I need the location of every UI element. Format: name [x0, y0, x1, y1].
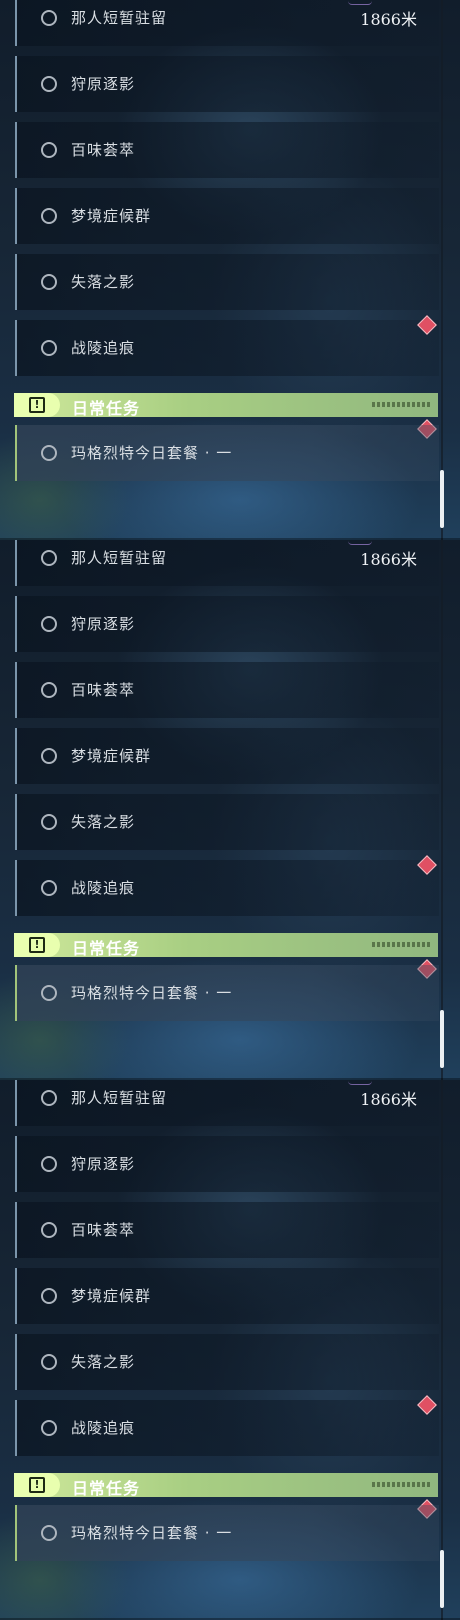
scrollbar-track[interactable]: [441, 0, 443, 540]
section-icon-box: !: [14, 1473, 60, 1497]
circle-outline-icon: [41, 1354, 57, 1370]
quest-label: 梦境症候群: [71, 1287, 152, 1305]
section-decoration: [372, 1482, 430, 1487]
scrollbar-track[interactable]: [441, 1080, 443, 1620]
quest-label: 那人短暂驻留: [71, 9, 168, 27]
distance-label: 1866米: [360, 10, 417, 29]
section-title: 日常任务: [72, 1479, 141, 1498]
quest-label: 梦境症候群: [71, 207, 152, 225]
daily-quest-row[interactable]: 玛格烈特今日套餐 · 一: [15, 1505, 439, 1561]
quest-row[interactable]: 失落之影: [15, 1334, 439, 1390]
section-title: 日常任务: [72, 939, 141, 958]
quest-label: 玛格烈特今日套餐 · 一: [71, 984, 233, 1002]
quest-panel: 那人短暂驻留 1866米 狩原逐影 百味荟萃 梦境症候群 失落之影 战陵追痕 !: [0, 0, 460, 540]
quest-row[interactable]: 百味荟萃: [15, 1202, 439, 1258]
quest-row[interactable]: 那人短暂驻留 1866米: [15, 540, 439, 586]
exclamation-square-icon: !: [29, 937, 45, 953]
circle-outline-icon: [41, 10, 57, 26]
circle-outline-icon: [41, 616, 57, 632]
quest-label: 那人短暂驻留: [71, 549, 168, 567]
quest-row[interactable]: 战陵追痕: [15, 860, 439, 916]
scrollbar-thumb[interactable]: [440, 470, 444, 528]
quest-row[interactable]: 失落之影: [15, 254, 439, 310]
circle-outline-icon: [41, 1222, 57, 1238]
quest-tracker: 那人短暂驻留 1866米 狩原逐影 百味荟萃 梦境症候群 失落之影 战陵追痕 !: [0, 0, 460, 1620]
quest-row[interactable]: 梦境症候群: [15, 728, 439, 784]
exclamation-square-icon: !: [29, 1477, 45, 1493]
section-decoration: [372, 942, 430, 947]
section-icon-box: !: [14, 933, 60, 957]
quest-label: 战陵追痕: [71, 339, 136, 357]
quest-row[interactable]: 百味荟萃: [15, 662, 439, 718]
distance-label: 1866米: [360, 1090, 417, 1109]
scrollbar-track[interactable]: [441, 540, 443, 1080]
circle-outline-icon: [41, 1420, 57, 1436]
section-header-daily[interactable]: ! 日常任务: [14, 393, 438, 418]
quest-label: 失落之影: [71, 1353, 136, 1371]
scrollbar-thumb[interactable]: [440, 1010, 444, 1068]
quest-label: 失落之影: [71, 273, 136, 291]
quest-panel: 那人短暂驻留 1866米 狩原逐影 百味荟萃 梦境症候群 失落之影 战陵追痕 !: [0, 540, 460, 1080]
circle-outline-icon: [41, 1525, 57, 1541]
quest-label: 玛格烈特今日套餐 · 一: [71, 1524, 233, 1542]
quest-label: 狩原逐影: [71, 1155, 136, 1173]
scrollbar-thumb[interactable]: [440, 1550, 444, 1608]
quest-label: 狩原逐影: [71, 75, 136, 93]
quest-label: 那人短暂驻留: [71, 1089, 168, 1107]
circle-outline-icon: [41, 814, 57, 830]
quest-label: 百味荟萃: [71, 141, 136, 159]
circle-outline-icon: [41, 274, 57, 290]
section-title: 日常任务: [72, 399, 141, 418]
quest-row[interactable]: 战陵追痕: [15, 1400, 439, 1456]
quest-row[interactable]: 失落之影: [15, 794, 439, 850]
quest-label: 战陵追痕: [71, 879, 136, 897]
circle-outline-icon: [41, 550, 57, 566]
circle-outline-icon: [41, 1090, 57, 1106]
section-decoration: [372, 402, 430, 407]
quest-label: 狩原逐影: [71, 615, 136, 633]
quest-row[interactable]: 梦境症候群: [15, 188, 439, 244]
circle-outline-icon: [41, 445, 57, 461]
circle-outline-icon: [41, 748, 57, 764]
circle-outline-icon: [41, 1288, 57, 1304]
distance-label: 1866米: [360, 550, 417, 569]
section-header-daily[interactable]: ! 日常任务: [14, 933, 438, 958]
quest-label: 梦境症候群: [71, 747, 152, 765]
quest-label: 玛格烈特今日套餐 · 一: [71, 444, 233, 462]
circle-outline-icon: [41, 985, 57, 1001]
quest-row[interactable]: 狩原逐影: [15, 56, 439, 112]
daily-quest-row[interactable]: 玛格烈特今日套餐 · 一: [15, 965, 439, 1021]
circle-outline-icon: [41, 340, 57, 356]
quest-row[interactable]: 那人短暂驻留 1866米: [15, 1080, 439, 1126]
circle-outline-icon: [41, 880, 57, 896]
section-header-daily[interactable]: ! 日常任务: [14, 1473, 438, 1498]
quest-row[interactable]: 战陵追痕: [15, 320, 439, 376]
circle-outline-icon: [41, 76, 57, 92]
quest-label: 战陵追痕: [71, 1419, 136, 1437]
quest-row[interactable]: 百味荟萃: [15, 122, 439, 178]
quest-label: 百味荟萃: [71, 681, 136, 699]
quest-row[interactable]: 狩原逐影: [15, 596, 439, 652]
quest-label: 百味荟萃: [71, 1221, 136, 1239]
exclamation-square-icon: !: [29, 397, 45, 413]
quest-panel: 那人短暂驻留 1866米 狩原逐影 百味荟萃 梦境症候群 失落之影 战陵追痕 !: [0, 1080, 460, 1620]
section-icon-box: !: [14, 393, 60, 417]
quest-row[interactable]: 那人短暂驻留 1866米: [15, 0, 439, 46]
quest-row[interactable]: 狩原逐影: [15, 1136, 439, 1192]
circle-outline-icon: [41, 208, 57, 224]
daily-quest-row[interactable]: 玛格烈特今日套餐 · 一: [15, 425, 439, 481]
circle-outline-icon: [41, 682, 57, 698]
circle-outline-icon: [41, 142, 57, 158]
quest-row[interactable]: 梦境症候群: [15, 1268, 439, 1324]
circle-outline-icon: [41, 1156, 57, 1172]
quest-label: 失落之影: [71, 813, 136, 831]
